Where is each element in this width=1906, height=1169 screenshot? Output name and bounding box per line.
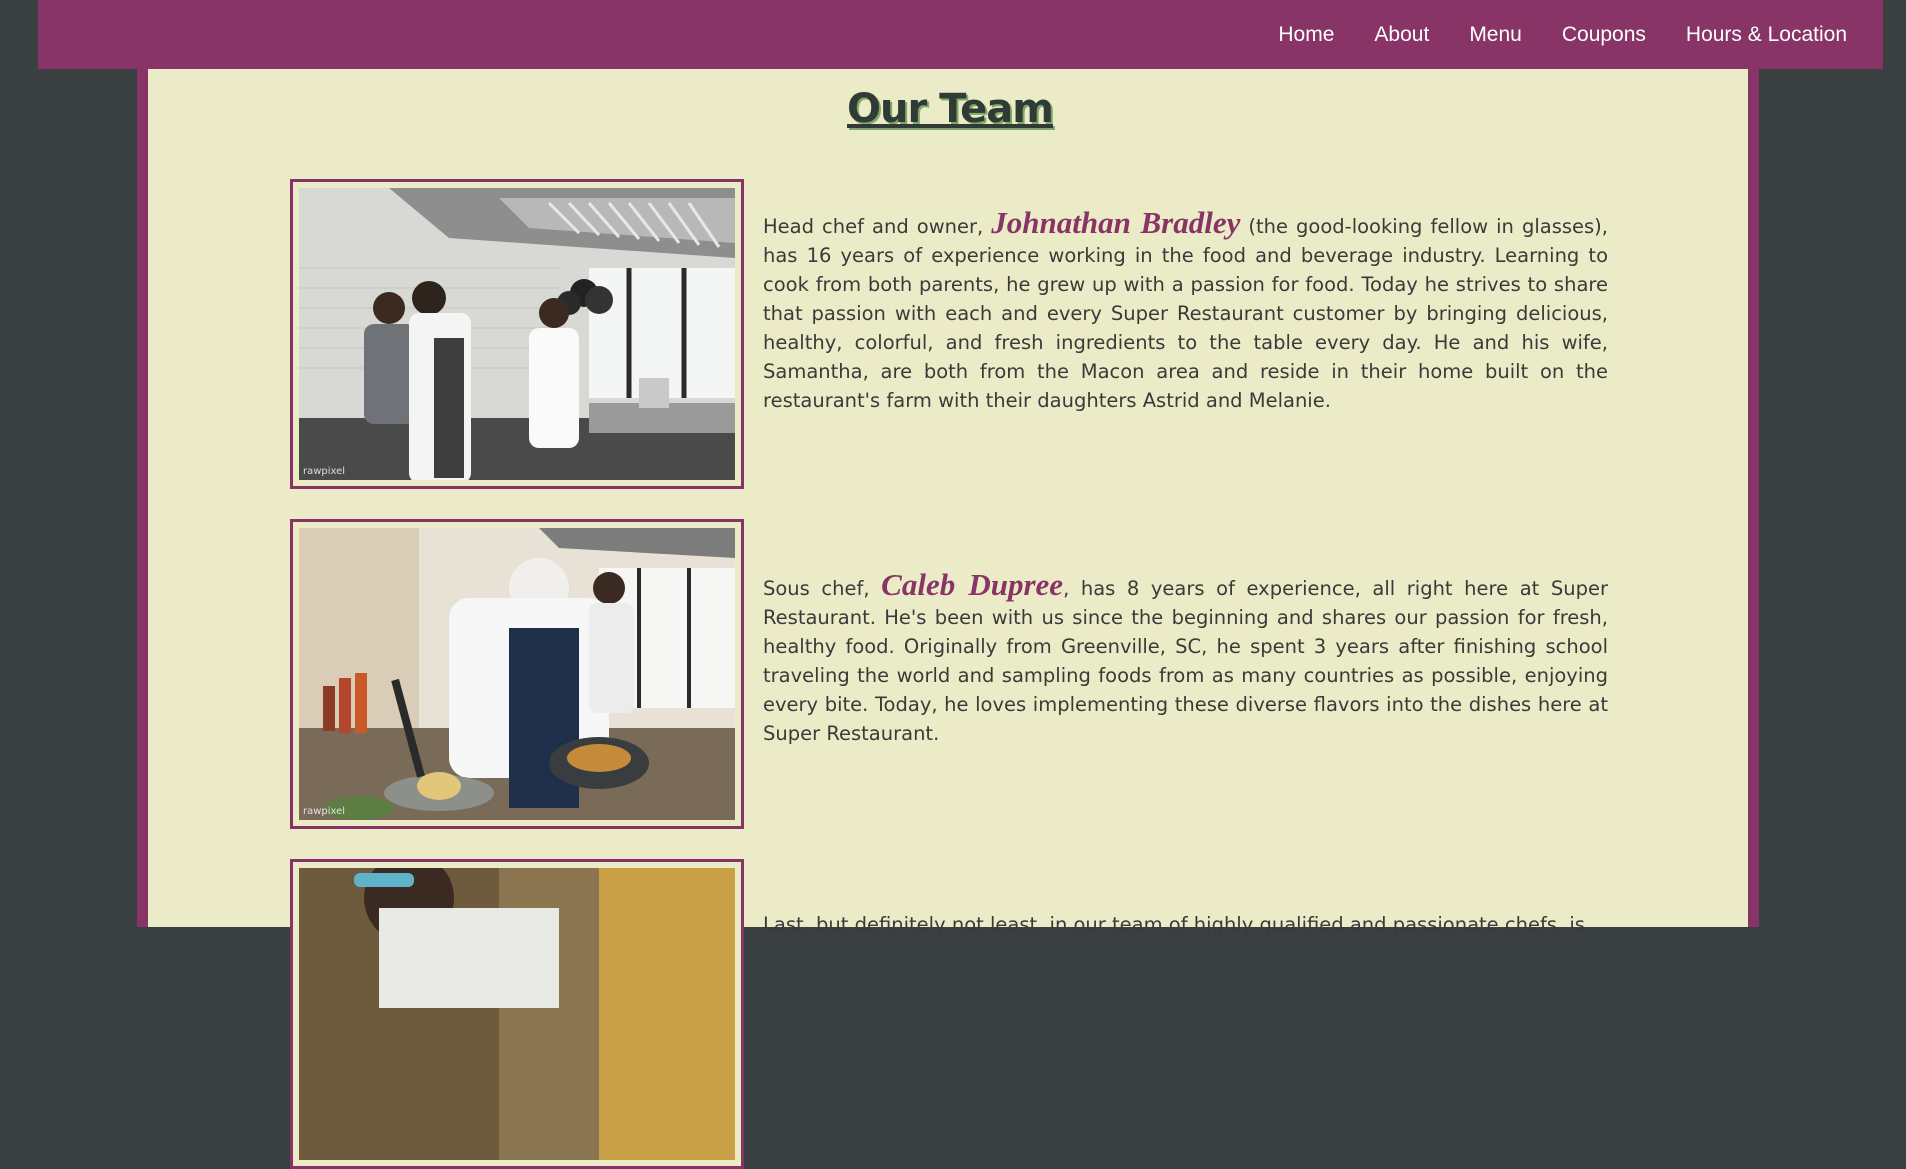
nav-coupons-link[interactable]: Coupons: [1562, 23, 1646, 47]
team-photo-frame: rawpixel: [290, 179, 744, 489]
chef-name: Johnathan Bradley: [991, 205, 1241, 240]
bio-intro: Head chef and owner,: [763, 215, 992, 238]
photo-watermark: rawpixel: [303, 806, 346, 817]
bio-intro: Sous chef,: [763, 577, 882, 600]
bio-text: (the good-looking fellow in glasses), ha…: [763, 215, 1608, 412]
chef-name: Caleb Dupree: [881, 567, 1064, 602]
nav-menu-link[interactable]: Menu: [1469, 23, 1522, 47]
team-photo-frame: rawpixel: [290, 519, 744, 829]
team-member-2: rawpixel Sous chef, Caleb Dupree, has 8 …: [290, 519, 1608, 829]
team-member-bio: Head chef and owner, Johnathan Bradley (…: [763, 205, 1608, 415]
top-navbar: Home About Menu Coupons Hours & Location: [38, 0, 1883, 69]
team-member-3: Last, but definitely not least, in our t…: [290, 859, 1608, 1169]
nav-about-link[interactable]: About: [1374, 23, 1429, 47]
chef-cooking-photo: [299, 868, 735, 1160]
main-nav: Home About Menu Coupons Hours & Location: [1238, 0, 1847, 69]
kitchen-team-photo: rawpixel: [299, 188, 735, 480]
page-title: Our Team: [847, 86, 1054, 132]
team-member-bio: Sous chef, Caleb Dupree, has 8 years of …: [763, 567, 1609, 748]
chef-plating-photo: rawpixel: [299, 528, 735, 820]
bio-text: , has 8 years of experience, all right h…: [763, 577, 1609, 745]
nav-home-link[interactable]: Home: [1278, 23, 1334, 47]
nav-hours-location-link[interactable]: Hours & Location: [1686, 23, 1847, 47]
bio-intro: Last, but definitely not least, in our t…: [763, 913, 1585, 936]
team-photo-frame: [290, 859, 744, 1169]
team-member-1: rawpixel Head chef and owner, Johnathan …: [290, 179, 1608, 489]
team-member-bio: Last, but definitely not least, in our t…: [763, 910, 1608, 939]
photo-watermark: rawpixel: [303, 466, 346, 477]
